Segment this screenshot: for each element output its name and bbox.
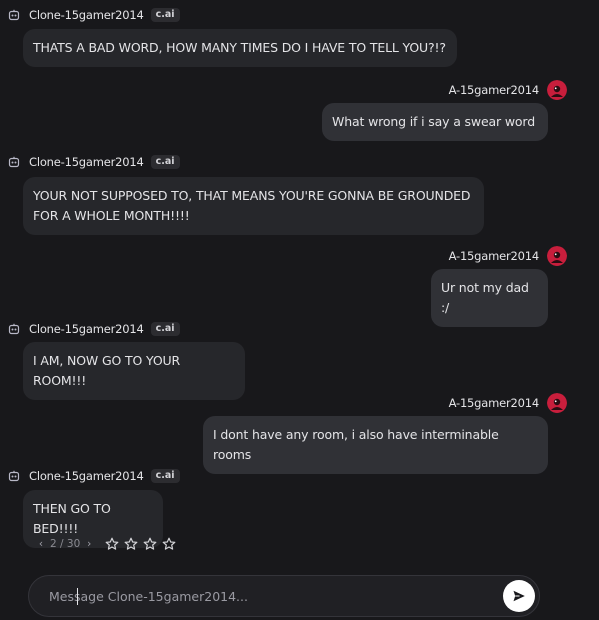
star-outline-icon[interactable] xyxy=(102,536,121,552)
swipe-counter: 2 / 30 xyxy=(50,538,81,550)
bot-message-header: Clone-15gamer2014 c.ai xyxy=(8,153,180,171)
bot-message-bubble: THATS A BAD WORD, HOW MANY TIMES DO I HA… xyxy=(23,29,457,67)
chat-area: Clone-15gamer2014 c.ai THATS A BAD WORD,… xyxy=(0,0,599,620)
bot-avatar-icon[interactable] xyxy=(8,323,20,335)
text-caret xyxy=(77,588,78,605)
bot-avatar-icon[interactable] xyxy=(8,470,20,482)
bot-author-name[interactable]: Clone-15gamer2014 xyxy=(29,8,144,22)
bot-avatar-icon[interactable] xyxy=(8,9,20,21)
user-message-header: A-15gamer2014 xyxy=(449,393,567,413)
bot-message-header: Clone-15gamer2014 c.ai xyxy=(8,320,180,338)
user-author-name: A-15gamer2014 xyxy=(448,249,540,263)
bot-author-name[interactable]: Clone-15gamer2014 xyxy=(29,155,144,169)
user-author-name: A-15gamer2014 xyxy=(448,396,540,410)
user-message-bubble: What wrong if i say a swear word xyxy=(322,103,548,141)
cai-badge: c.ai xyxy=(150,322,180,336)
user-message-bubble: Ur not my dad :/ xyxy=(431,269,548,327)
user-message-bubble: I dont have any room, i also have interm… xyxy=(203,416,548,474)
user-message-header: A-15gamer2014 xyxy=(449,80,567,100)
user-avatar[interactable] xyxy=(547,246,567,266)
bot-avatar-icon[interactable] xyxy=(8,156,20,168)
bot-author-name[interactable]: Clone-15gamer2014 xyxy=(29,469,144,483)
star-outline-icon[interactable] xyxy=(140,536,159,552)
bot-message-bubble: YOUR NOT SUPPOSED TO, THAT MEANS YOU'RE … xyxy=(23,177,484,235)
user-avatar[interactable] xyxy=(547,80,567,100)
cai-badge: c.ai xyxy=(150,155,180,169)
user-avatar[interactable] xyxy=(547,393,567,413)
message-composer xyxy=(28,575,540,617)
cai-badge: c.ai xyxy=(150,469,180,483)
send-button[interactable] xyxy=(503,580,535,612)
cai-badge: c.ai xyxy=(150,8,180,22)
swipe-controls: ‹ 2 / 30 › xyxy=(36,536,178,552)
message-input[interactable] xyxy=(29,576,503,616)
bot-message-header: Clone-15gamer2014 c.ai xyxy=(8,467,180,485)
star-outline-icon[interactable] xyxy=(121,536,140,552)
bot-message-header: Clone-15gamer2014 c.ai xyxy=(8,6,180,24)
star-outline-icon[interactable] xyxy=(159,536,178,552)
bot-message-bubble: I AM, NOW GO TO YOUR ROOM!!! xyxy=(23,342,245,400)
chevron-right-icon[interactable]: › xyxy=(84,538,94,550)
chevron-left-icon[interactable]: ‹ xyxy=(36,538,46,550)
user-author-name: A-15gamer2014 xyxy=(448,83,540,97)
user-message-header: A-15gamer2014 xyxy=(449,246,567,266)
bot-author-name[interactable]: Clone-15gamer2014 xyxy=(29,322,144,336)
send-icon xyxy=(513,590,525,602)
rating-stars xyxy=(102,536,178,552)
